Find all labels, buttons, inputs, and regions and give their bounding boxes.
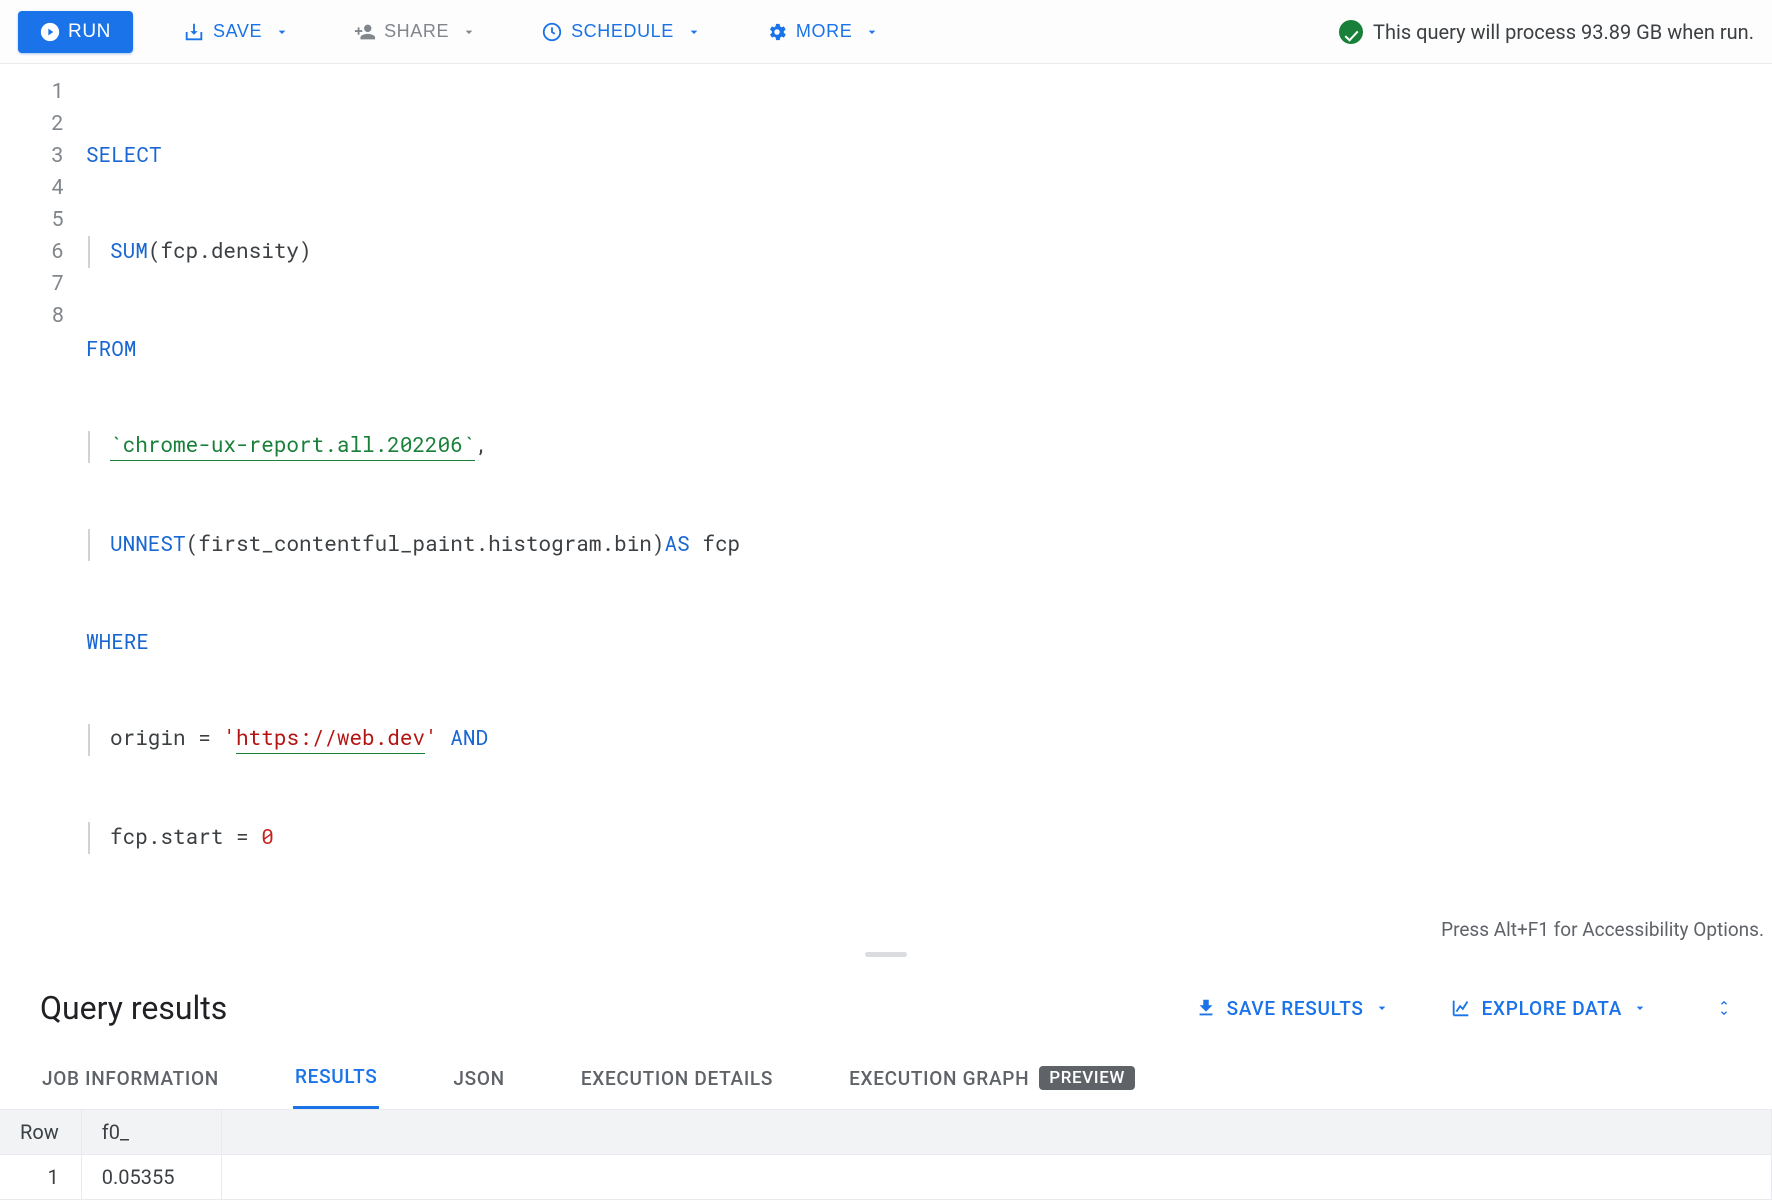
a11y-hint: Press Alt+F1 for Accessibility Options.	[0, 918, 1772, 947]
chevron-down-icon	[1632, 1000, 1648, 1016]
save-results-button[interactable]: SAVE RESULTS	[1195, 997, 1390, 1020]
col-f0: f0_	[81, 1110, 221, 1155]
results-title: Query results	[40, 989, 227, 1027]
chart-icon	[1450, 997, 1472, 1019]
chevron-down-icon	[274, 24, 290, 40]
preview-badge: PREVIEW	[1039, 1066, 1135, 1090]
col-row: Row	[0, 1110, 81, 1155]
tab-json[interactable]: JSON	[451, 1047, 506, 1109]
check-circle-icon	[1339, 20, 1363, 44]
results-table: Row f0_ 1 0.05355	[0, 1110, 1772, 1200]
schedule-label: SCHEDULE	[571, 21, 674, 42]
gear-icon	[766, 21, 788, 43]
toolbar: RUN SAVE SHARE SCHEDULE MORE	[0, 0, 1772, 64]
chevron-down-icon	[686, 24, 702, 40]
schedule-button[interactable]: SCHEDULE	[527, 13, 716, 51]
chevron-down-icon	[1374, 1000, 1390, 1016]
explore-data-button[interactable]: EXPLORE DATA	[1450, 997, 1648, 1020]
results-tabs: JOB INFORMATION RESULTS JSON EXECUTION D…	[0, 1047, 1772, 1110]
save-icon	[183, 21, 205, 43]
tab-results[interactable]: RESULTS	[293, 1047, 379, 1109]
line-gutter: 1 2 3 4 5 6 7 8	[0, 74, 86, 918]
sql-editor[interactable]: 1 2 3 4 5 6 7 8 SELECT SUM(fcp.density) …	[0, 64, 1772, 918]
splitter-handle[interactable]	[0, 947, 1772, 961]
share-button[interactable]: SHARE	[340, 13, 491, 51]
status-text: This query will process 93.89 GB when ru…	[1373, 20, 1754, 44]
save-button[interactable]: SAVE	[169, 13, 304, 51]
chevron-down-icon	[461, 24, 477, 40]
person-add-icon	[354, 21, 376, 43]
more-button[interactable]: MORE	[752, 13, 894, 51]
more-label: MORE	[796, 21, 852, 42]
chevron-down-icon	[864, 24, 880, 40]
run-label: RUN	[68, 21, 111, 43]
tab-execution-graph[interactable]: EXECUTION GRAPH PREVIEW	[847, 1047, 1137, 1109]
code-area[interactable]: SELECT SUM(fcp.density) FROM `chrome-ux-…	[86, 74, 1772, 918]
save-label: SAVE	[213, 21, 262, 42]
query-status: This query will process 93.89 GB when ru…	[1339, 20, 1754, 44]
tab-execution-details[interactable]: EXECUTION DETAILS	[579, 1047, 775, 1109]
results-header: Query results SAVE RESULTS EXPLORE DATA	[0, 961, 1772, 1047]
tab-job-information[interactable]: JOB INFORMATION	[40, 1047, 221, 1109]
share-label: SHARE	[384, 21, 449, 42]
run-button[interactable]: RUN	[18, 11, 133, 53]
play-icon	[40, 22, 60, 42]
table-row: 1 0.05355	[0, 1155, 1772, 1200]
clock-icon	[541, 21, 563, 43]
download-icon	[1195, 997, 1217, 1019]
table-header-row: Row f0_	[0, 1110, 1772, 1155]
unfold-icon[interactable]	[1716, 998, 1732, 1018]
